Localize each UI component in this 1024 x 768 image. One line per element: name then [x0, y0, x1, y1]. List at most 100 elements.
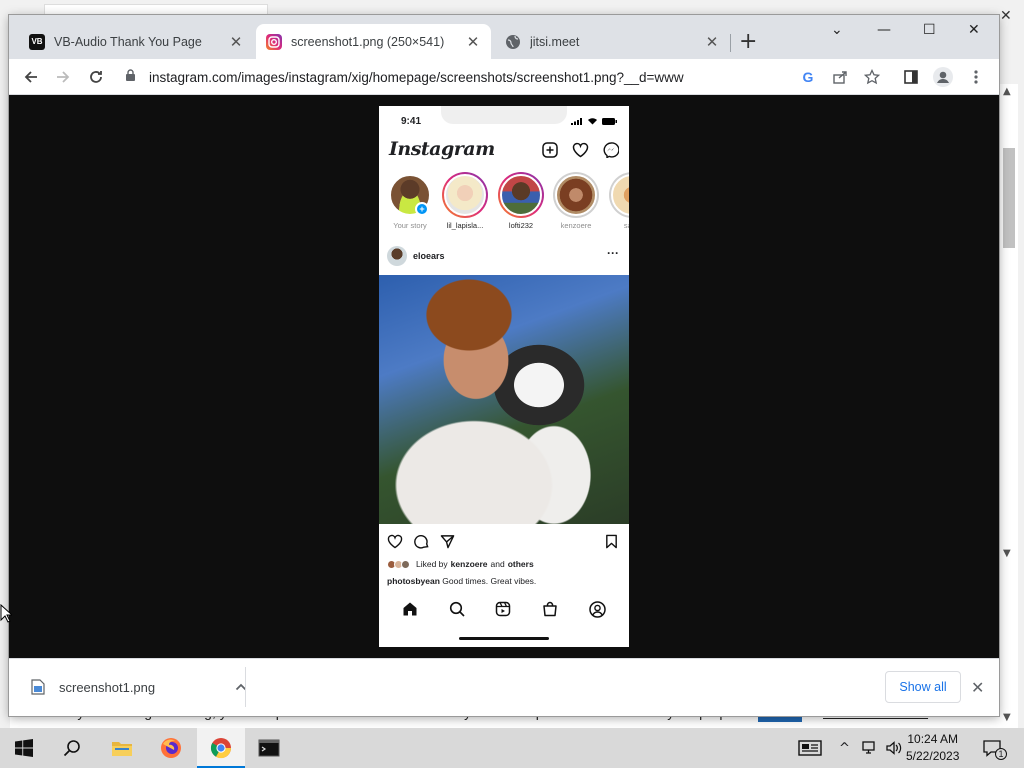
globe-icon: [505, 34, 521, 50]
tab-screenshot[interactable]: screenshot1.png (250×541) ✕: [256, 24, 491, 59]
story-avatar-ring: [609, 172, 629, 218]
background-close-icon[interactable]: ✕: [1000, 8, 1012, 24]
tray-chevron-up-icon[interactable]: ^: [839, 728, 850, 768]
new-tab-plus-icon[interactable]: +: [739, 29, 757, 54]
address-bar[interactable]: instagram.com/images/instagram/xig/homep…: [117, 63, 781, 91]
taskbar-clock[interactable]: 10:24 AM 5/22/2023: [906, 731, 959, 765]
liked-by-row: Liked by kenzoere and others: [387, 559, 534, 569]
volume-icon[interactable]: [885, 728, 903, 768]
url-text[interactable]: instagram.com/images/instagram/xig/homep…: [149, 70, 684, 85]
header-actions: [542, 142, 619, 158]
google-icon[interactable]: G: [796, 65, 820, 89]
scroll-down-icon-2[interactable]: ▼: [1003, 712, 1011, 723]
post-avatar: [387, 246, 407, 266]
notification-count: 1: [995, 748, 1007, 760]
tab-separator: [730, 34, 731, 52]
tab-title: VB-Audio Thank You Page: [54, 34, 202, 49]
home-indicator: [459, 637, 549, 640]
post-header: eloears ···: [379, 244, 629, 272]
status-icons: [571, 117, 617, 125]
heart-icon: [572, 142, 589, 158]
reload-icon[interactable]: [84, 65, 108, 89]
caption-user: photosbyean: [387, 576, 440, 586]
caption-text: Good times. Great vibes.: [442, 576, 537, 586]
story-name: lofti232: [508, 221, 534, 230]
background-scrollbar[interactable]: ▲ ▼ ▼: [998, 84, 1018, 728]
phone-status-bar: 9:41: [379, 106, 629, 132]
terminal-icon[interactable]: [245, 728, 293, 768]
clock-time: 10:24 AM: [907, 732, 959, 746]
tab-jitsi[interactable]: jitsi.meet ✕: [495, 24, 730, 59]
comment-icon: [414, 534, 429, 549]
story-item: kenzoere: [551, 172, 601, 230]
show-all-button[interactable]: Show all: [885, 671, 961, 703]
notifications-icon[interactable]: 1: [982, 728, 1007, 768]
tab-title: screenshot1.png (250×541): [291, 34, 445, 49]
maximize-icon[interactable]: ☐: [923, 22, 936, 38]
download-file-name[interactable]: screenshot1.png: [59, 680, 155, 695]
firefox-icon[interactable]: [147, 728, 195, 768]
instagram-icon: [266, 33, 282, 50]
image-viewer: 9:41 Instagram + Your story lil_lapisla.…: [9, 95, 999, 658]
story-item: lofti232: [496, 172, 546, 230]
scroll-down-icon[interactable]: ▼: [1003, 548, 1011, 559]
post-username: eloears: [413, 251, 445, 261]
start-windows-icon[interactable]: [0, 728, 48, 768]
story-avatar-ring: [498, 172, 544, 218]
tab-title: jitsi.meet: [530, 34, 580, 49]
search-taskbar-icon[interactable]: [48, 728, 96, 768]
minimize-icon[interactable]: —: [877, 22, 891, 38]
profile-icon: [588, 600, 606, 618]
news-widget-icon[interactable]: [798, 728, 822, 768]
story-avatar: [500, 174, 542, 216]
download-item[interactable]: screenshot1.png: [31, 679, 247, 695]
scrollbar-thumb[interactable]: [1003, 148, 1015, 248]
chrome-taskbar-icon[interactable]: [197, 728, 245, 768]
profile-avatar-icon[interactable]: [931, 65, 955, 89]
bookmark-star-icon[interactable]: [860, 65, 884, 89]
back-arrow-icon[interactable]: [19, 65, 43, 89]
close-download-bar-icon[interactable]: ✕: [971, 678, 984, 697]
instagram-bottom-nav: [379, 596, 629, 622]
close-tab-icon[interactable]: ✕: [228, 33, 244, 51]
story-avatar-ring: [553, 172, 599, 218]
phone-time: 9:41: [401, 116, 422, 127]
post-caption: photosbyean Good times. Great vibes.: [387, 576, 536, 586]
scroll-up-icon[interactable]: ▲: [1003, 86, 1011, 97]
navigation-toolbar: instagram.com/images/instagram/xig/homep…: [9, 59, 999, 95]
messenger-icon: [603, 142, 619, 158]
save-bookmark-icon: [606, 534, 617, 549]
tab-bar: VB VB-Audio Thank You Page ✕ screenshot1…: [9, 15, 999, 59]
chrome-menu-icon[interactable]: [964, 65, 988, 89]
close-window-icon[interactable]: ✕: [968, 22, 980, 38]
tab-search-chevron-icon[interactable]: ⌄: [831, 22, 843, 38]
home-icon: [403, 602, 417, 616]
signal-icon: [571, 117, 582, 125]
story-name: Your story: [393, 221, 427, 230]
story-name: lil_lapisla...: [446, 221, 484, 230]
reels-icon: [496, 601, 511, 617]
tab-vb-audio[interactable]: VB VB-Audio Thank You Page ✕: [19, 24, 254, 59]
story-avatar: [444, 174, 486, 216]
windows-taskbar: ^ 10:24 AM 5/22/2023 1: [0, 728, 1024, 768]
post-actions: [379, 530, 629, 554]
forward-arrow-icon[interactable]: [51, 65, 75, 89]
clock-date: 5/22/2023: [906, 749, 960, 763]
chrome-window: VB VB-Audio Thank You Page ✕ screenshot1…: [9, 15, 999, 716]
vb-audio-icon: VB: [29, 33, 45, 50]
phone-notch: [441, 106, 567, 124]
image-file-icon: [31, 679, 45, 695]
download-separator: [245, 667, 246, 707]
lock-icon[interactable]: [125, 69, 137, 85]
close-tab-icon[interactable]: ✕: [465, 33, 481, 51]
side-panel-icon[interactable]: [899, 65, 923, 89]
instagram-screenshot-image: 9:41 Instagram + Your story lil_lapisla.…: [379, 106, 629, 647]
instagram-logo: Instagram: [389, 138, 495, 160]
file-explorer-icon[interactable]: [98, 728, 146, 768]
share-icon[interactable]: [828, 65, 852, 89]
network-icon[interactable]: [862, 728, 880, 768]
story-avatar-ring: [442, 172, 488, 218]
story-item: sapp: [607, 172, 629, 230]
close-tab-icon[interactable]: ✕: [704, 33, 720, 51]
like-heart-icon: [387, 534, 403, 549]
